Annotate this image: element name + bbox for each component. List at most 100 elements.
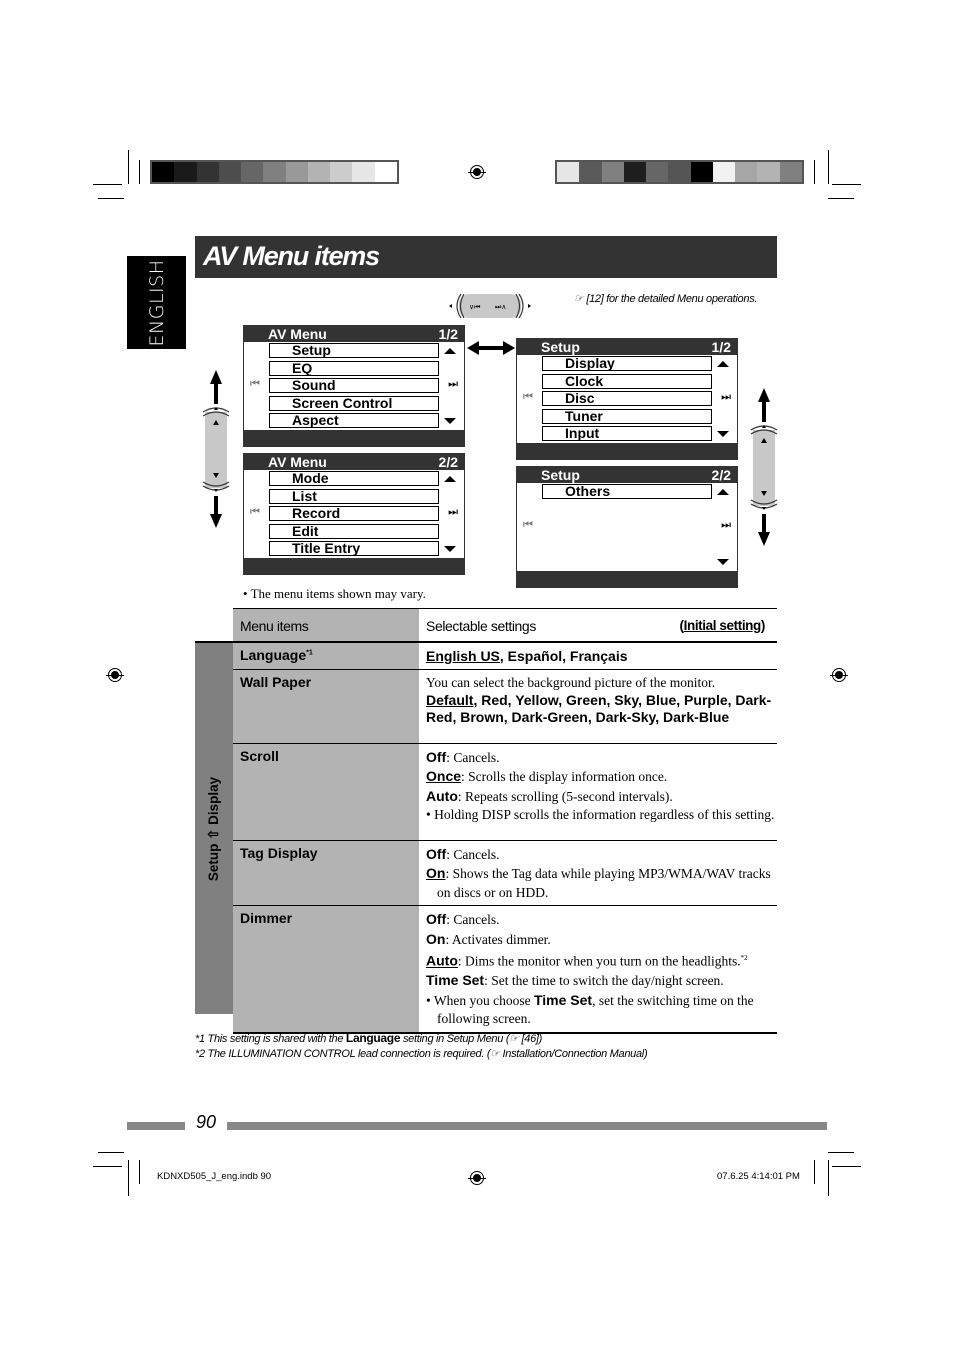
setting-option: Auto <box>426 952 458 969</box>
table-header: Menu items Selectable settings (Initial … <box>233 608 777 642</box>
setting-description: : Repeats scrolling (5-second intervals)… <box>457 788 673 804</box>
control-dial-horizontal-icon: ∨⏮ ⏭∧ <box>449 293 531 319</box>
color-swatch <box>330 162 353 182</box>
screen-title: Setup <box>541 339 580 355</box>
menu-item-edit[interactable]: Edit <box>269 523 439 539</box>
previous-icon[interactable]: ⏮ <box>523 391 533 404</box>
scroll-up-icon[interactable] <box>717 361 729 367</box>
language-tab-label: ENGLISH <box>145 259 168 346</box>
page-number: 90 <box>196 1112 217 1132</box>
color-swatch <box>601 162 624 182</box>
next-icon[interactable]: ⏭ <box>721 519 731 532</box>
setting-description: : Cancels. <box>446 912 500 927</box>
table-row: Dimmer Off: Cancels. On: Activates dimmer.… <box>233 905 777 1032</box>
table-body: Language*1 English US, Español, Français W… <box>233 641 777 1034</box>
crop-mark <box>828 198 854 199</box>
scroll-down-icon[interactable] <box>444 546 456 552</box>
color-swatch <box>735 162 758 182</box>
setup-screen-page-1: Setup 1/2 Display Clock Disc Tuner Input ⏮ ⏭ <box>516 338 738 460</box>
color-swatch <box>579 162 602 182</box>
crop-mark <box>828 1160 829 1196</box>
scroll-down-icon[interactable] <box>717 431 729 437</box>
double-arrow-icon <box>467 341 515 355</box>
table-row: Language*1 English US, Español, Français <box>233 643 777 669</box>
registration-mark-icon <box>830 668 848 682</box>
control-dial-vertical-left-icon <box>202 370 230 528</box>
color-swatch <box>668 162 691 182</box>
menu-item-display[interactable]: Display <box>542 356 712 371</box>
footnote-ref: *2 <box>740 954 748 962</box>
scroll-down-icon[interactable] <box>444 418 456 424</box>
menu-item-cell: Scroll <box>233 743 419 840</box>
screen-page: 2/2 <box>438 454 458 470</box>
menu-item-name: Wall Paper <box>240 673 312 690</box>
color-swatch <box>307 162 331 182</box>
next-icon[interactable]: ⏭ <box>721 391 731 404</box>
color-swatch <box>152 162 175 182</box>
setting-option: Off <box>426 845 447 862</box>
menu-item-input[interactable]: Input <box>542 426 712 441</box>
language-tab: ENGLISH <box>127 256 186 349</box>
header-selectable-settings: Selectable settings (Initial setting) <box>419 609 777 642</box>
color-swatch <box>352 162 375 182</box>
setting-description: : Dims the monitor when you turn on the … <box>457 953 741 969</box>
next-icon[interactable]: ⏭ <box>448 378 458 391</box>
color-swatch <box>557 162 580 182</box>
page-bar-right <box>227 1122 827 1130</box>
color-swatch <box>690 162 713 182</box>
menu-item-tuner[interactable]: Tuner <box>542 408 712 424</box>
setting-option: Time Set <box>533 991 593 1008</box>
registration-mark-icon <box>468 1171 486 1185</box>
initial-setting-label: Initial setting <box>683 618 762 633</box>
table-row: Scroll Off: Cancels. Once: Scrolls the dis… <box>233 742 777 840</box>
setting-entry: Off: Cancels. <box>426 910 777 930</box>
menu-item-disc[interactable]: Disc <box>542 391 712 406</box>
note-bullet: • Holding DISP scrolls the information r… <box>426 807 775 822</box>
menu-item-name: Scroll <box>240 747 279 764</box>
setting-entry: Time Set: Set the time to switch the day… <box>426 971 777 991</box>
menu-item-sound[interactable]: Sound <box>269 378 439 393</box>
menu-item-name: Tag Display <box>240 844 318 861</box>
previous-icon[interactable]: ⏮ <box>250 378 260 391</box>
menu-item-title-entry[interactable]: Title Entry <box>269 541 439 556</box>
note-bullet: • When you choose Time Set, set the swit… <box>426 991 754 1027</box>
menu-item-clock[interactable]: Clock <box>542 373 712 389</box>
menu-item-screen-control[interactable]: Screen Control <box>269 395 439 411</box>
menu-item-setup[interactable]: Setup <box>269 343 439 358</box>
screen-page: 1/2 <box>711 339 731 355</box>
option: Default <box>426 692 474 708</box>
crop-mark <box>814 160 815 184</box>
next-icon[interactable]: ⏭ <box>448 506 458 519</box>
av-menu-screen-page-1: AV Menu 1/2 Setup EQ Sound Screen Control Asp… <box>243 325 465 447</box>
settings-cell: English US, Español, Français <box>419 643 777 669</box>
setting-description: : Shows the Tag data while playing MP3/W… <box>437 866 771 900</box>
menu-item-cell: Wall Paper <box>233 669 419 743</box>
crop-mark <box>98 1152 124 1153</box>
scroll-up-icon[interactable] <box>717 489 729 495</box>
table-row: Tag Display Off: Cancels. On: Shows the Ta… <box>233 839 777 905</box>
control-dial-vertical-right-icon <box>750 388 778 546</box>
scroll-down-icon[interactable] <box>717 559 729 565</box>
menu-item-cell: Language*1 <box>233 643 419 669</box>
setting-description: : Cancels. <box>446 749 500 765</box>
scroll-up-icon[interactable] <box>444 476 456 482</box>
menu-item-eq[interactable]: EQ <box>269 360 439 376</box>
menu-item-record[interactable]: Record <box>269 506 439 521</box>
footnote-2: *2 The ILLUMINATION CONTROL lead connect… <box>195 1048 648 1060</box>
previous-icon[interactable]: ⏮ <box>523 519 533 532</box>
crop-mark <box>93 184 122 185</box>
option: , Español, Français <box>499 648 628 664</box>
menu-item-list[interactable]: List <box>269 488 439 504</box>
side-category-label: Setup ⇧ Display <box>195 641 233 1014</box>
crop-mark <box>98 198 124 199</box>
crop-mark <box>814 1160 815 1184</box>
color-swatch <box>779 162 802 182</box>
menu-item-mode[interactable]: Mode <box>269 471 439 486</box>
screen-title: AV Menu <box>268 326 327 342</box>
previous-icon[interactable]: ⏮ <box>250 506 260 519</box>
menu-item-aspect[interactable]: Aspect <box>269 413 439 428</box>
scroll-up-icon[interactable] <box>444 348 456 354</box>
page-bar-left <box>127 1122 185 1130</box>
menu-item-others[interactable]: Others <box>542 484 712 499</box>
crop-mark <box>828 1152 854 1153</box>
